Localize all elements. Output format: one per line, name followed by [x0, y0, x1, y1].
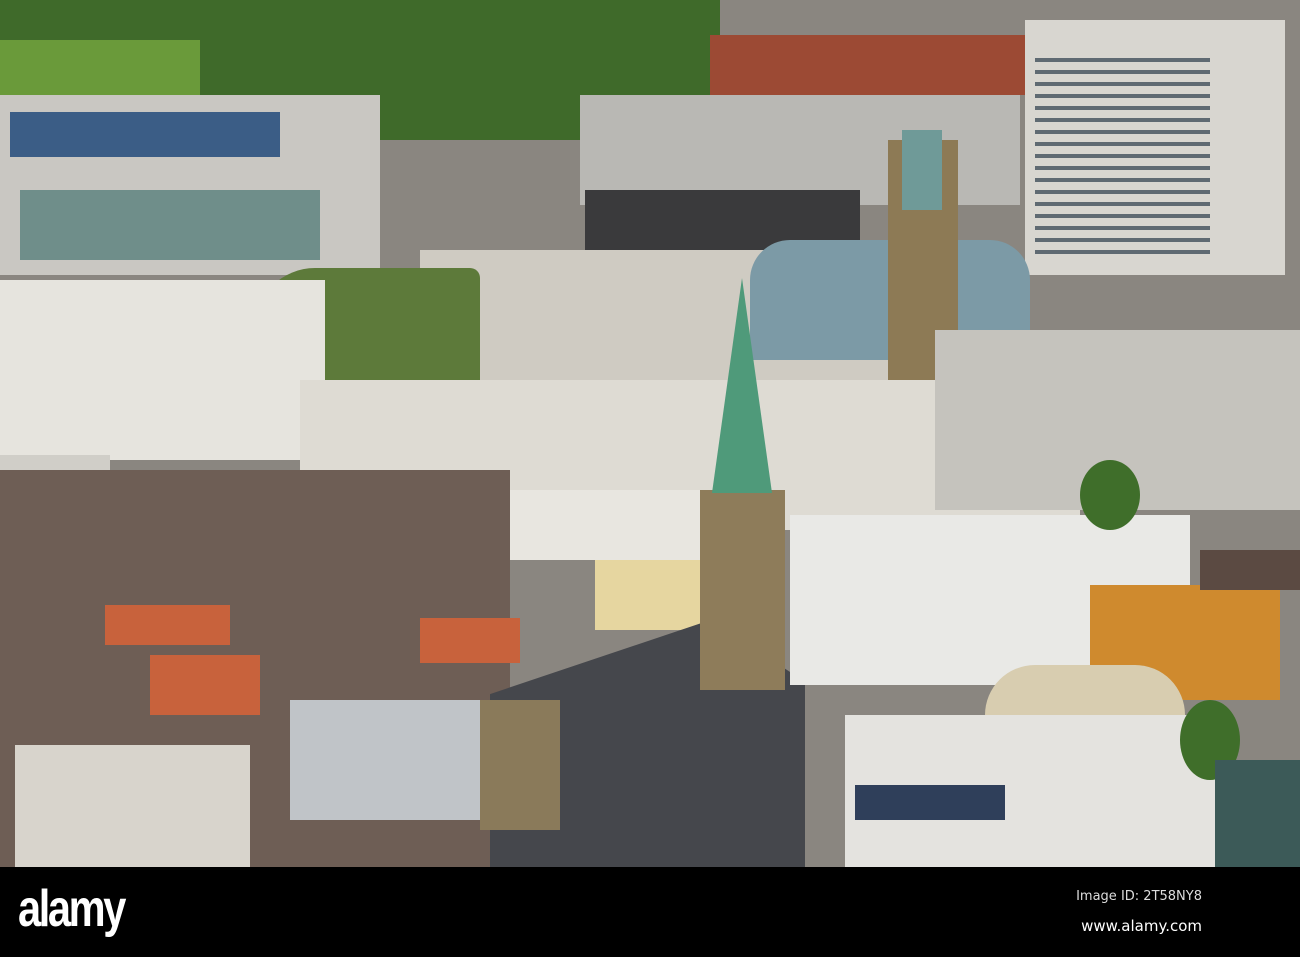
tree [1080, 460, 1140, 530]
orange-roof [150, 655, 260, 715]
white-building [290, 700, 490, 820]
dark-roof-right [1200, 550, 1300, 590]
office-row-left [0, 280, 325, 460]
yellow-building [595, 555, 705, 630]
glass-building-right [1215, 760, 1300, 867]
park-lawn [0, 40, 200, 100]
white-building [15, 745, 250, 867]
church-facade [480, 700, 560, 830]
church-tower [700, 490, 785, 690]
site-url: www.alamy.com [1081, 917, 1202, 935]
highrise-windows [1035, 50, 1210, 260]
orange-roof [105, 605, 230, 645]
image-id: Image ID: 2T58NY8 [1076, 889, 1202, 904]
solar-roof [10, 112, 280, 157]
mall-facade [20, 190, 320, 260]
red-roof-building [710, 35, 1030, 95]
orange-roof [420, 618, 520, 663]
watermark-bar: alamy Image ID: 2T58NY8 www.alamy.com [0, 867, 1300, 957]
white-block-center [510, 490, 710, 560]
alamy-logo: alamy [18, 880, 126, 938]
tower-top [902, 130, 942, 210]
aerial-city-photo [0, 0, 1300, 867]
stock-photo: alamy Image ID: 2T58NY8 www.alamy.com [0, 0, 1300, 957]
solar-panels [855, 785, 1005, 820]
